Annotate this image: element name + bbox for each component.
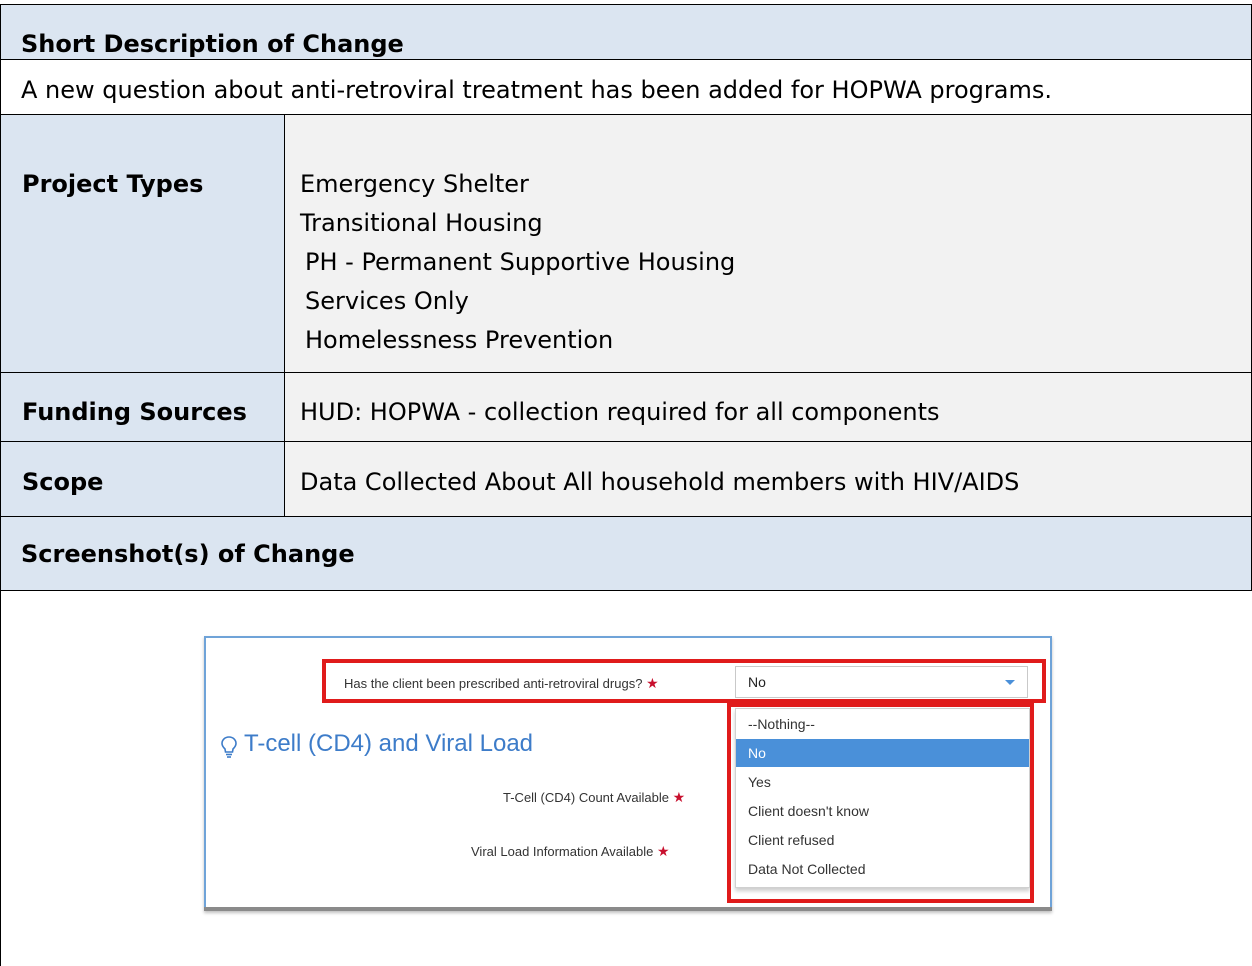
screenshot-title: Screenshot(s) of Change xyxy=(21,540,355,568)
options-highlight-box xyxy=(727,703,1034,903)
section-heading-tcell: T-cell (CD4) and Viral Load xyxy=(244,730,534,757)
project-type-item: PH - Permanent Supportive Housing xyxy=(305,248,736,276)
project-types-label-cell xyxy=(1,115,284,372)
funding-sources-label: Funding Sources xyxy=(22,398,247,426)
tcell-field-label: T-Cell (CD4) Count Available ★ xyxy=(503,789,685,806)
project-type-item: Services Only xyxy=(305,287,469,315)
question-highlight-box xyxy=(322,659,1046,703)
scope-label: Scope xyxy=(22,468,104,496)
project-type-item: Transitional Housing xyxy=(300,209,543,237)
project-types-label: Project Types xyxy=(22,170,204,198)
lightbulb-icon xyxy=(221,736,237,758)
screenshot-bottom-border xyxy=(204,907,1052,911)
viral-label-text: Viral Load Information Available xyxy=(471,844,654,859)
scope-value: Data Collected About All household membe… xyxy=(300,468,1020,496)
short-description-title: Short Description of Change xyxy=(21,30,404,58)
required-star-icon: ★ xyxy=(657,843,670,859)
project-type-item: Emergency Shelter xyxy=(300,170,529,198)
tcell-label-text: T-Cell (CD4) Count Available xyxy=(503,790,669,805)
viral-field-label: Viral Load Information Available ★ xyxy=(471,843,670,860)
short-description-text: A new question about anti-retroviral tre… xyxy=(21,76,1052,104)
funding-sources-value: HUD: HOPWA - collection required for all… xyxy=(300,398,940,426)
required-star-icon: ★ xyxy=(672,789,686,805)
project-type-item: Homelessness Prevention xyxy=(305,326,614,354)
